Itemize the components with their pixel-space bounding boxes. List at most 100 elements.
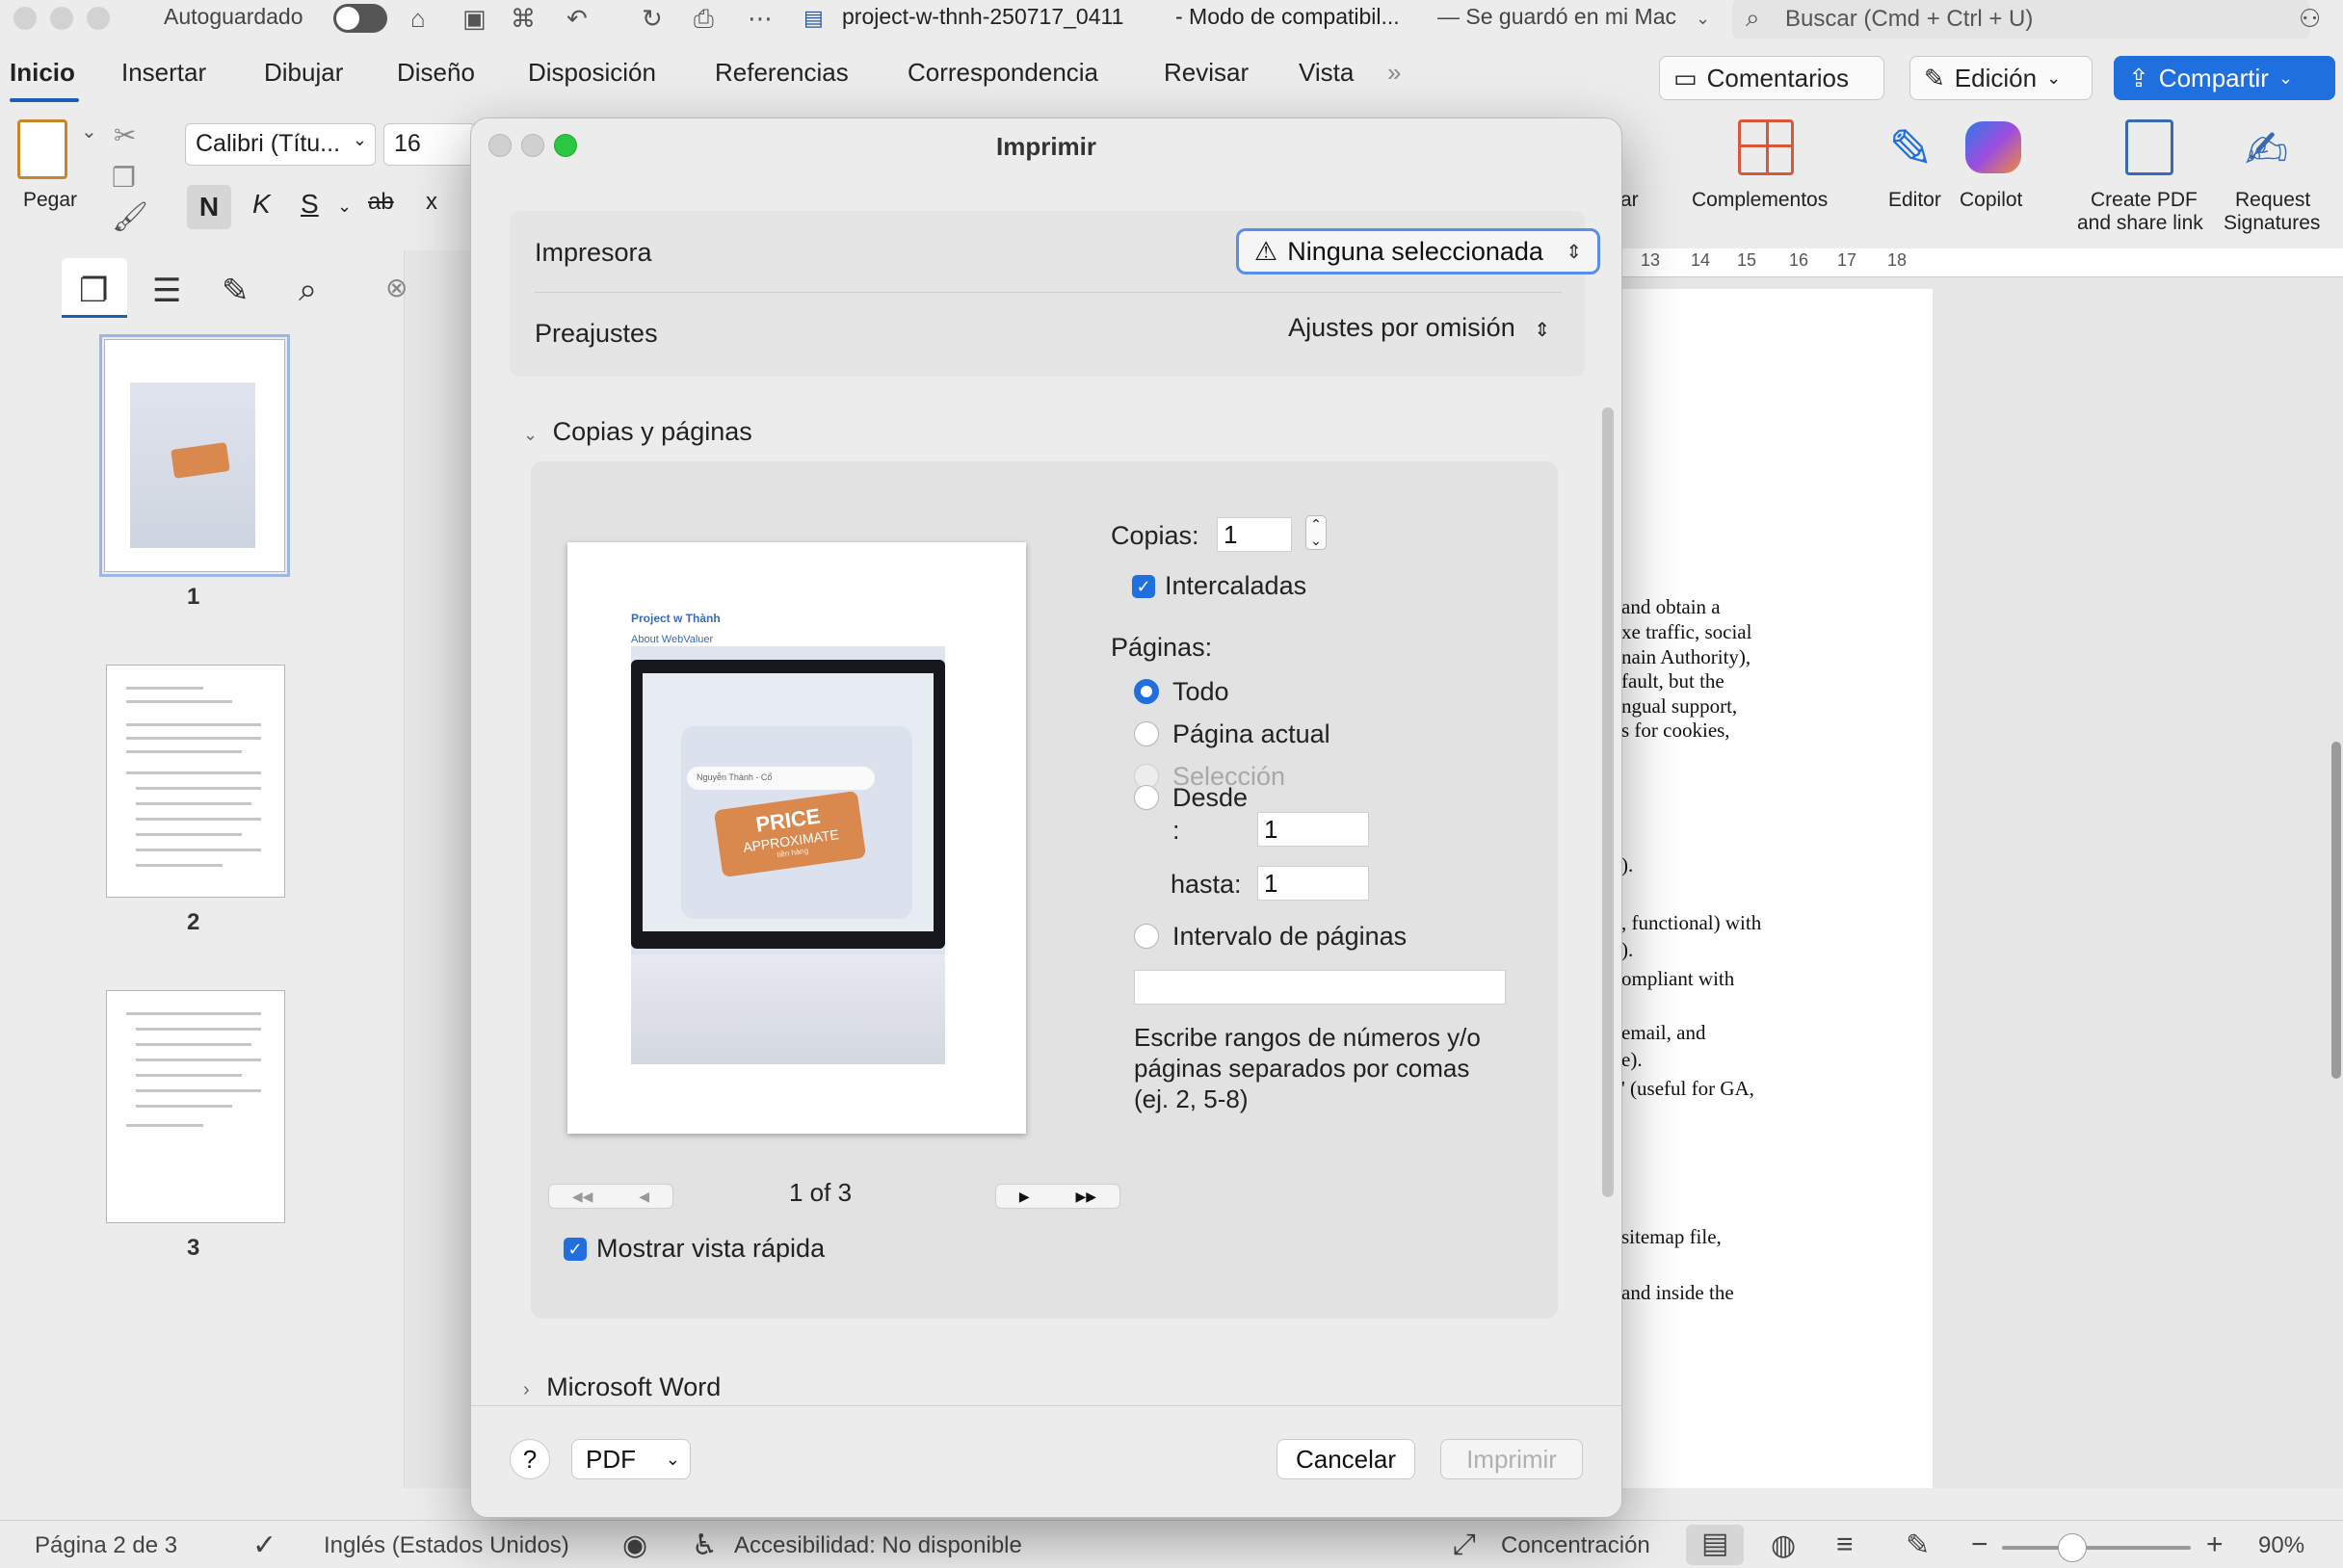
addins-label[interactable]: Complementos (1692, 189, 1828, 212)
focus-icon[interactable]: ⤢ (1453, 1529, 1476, 1561)
pdf-menu-button[interactable]: PDF ⌄ (571, 1439, 691, 1479)
close-icon[interactable]: ⊗ (385, 272, 408, 303)
chevron-down-icon[interactable]: ⌄ (337, 196, 352, 217)
tab-insertar[interactable]: Insertar (121, 58, 206, 88)
record-macro-icon[interactable]: ◉ (622, 1529, 647, 1562)
subscript-button[interactable]: x (426, 189, 437, 216)
web-layout-icon[interactable]: ◍ (1771, 1529, 1796, 1562)
outline-view-icon[interactable]: ≡ (1836, 1529, 1854, 1561)
pages-range-radio[interactable] (1134, 924, 1159, 949)
sitemap-icon[interactable]: ⌘ (511, 2, 536, 35)
ribbon-partial-label[interactable]: ar (1620, 189, 1639, 212)
pages-all-label[interactable]: Todo (1172, 677, 1229, 707)
autosave-toggle[interactable] (333, 4, 387, 33)
pages-from-label[interactable]: Desde (1172, 783, 1248, 813)
zoom-level[interactable]: 90% (2258, 1532, 2304, 1559)
pages-range-label[interactable]: Intervalo de páginas (1172, 922, 1407, 952)
preview-nav-back[interactable]: ◀◀ ◀ (548, 1184, 673, 1209)
outline-edit-icon[interactable]: ✎ (222, 272, 250, 310)
tab-diseno[interactable]: Diseño (397, 58, 475, 88)
tab-inicio[interactable]: Inicio (10, 58, 75, 88)
previous-page-icon[interactable]: ◀ (639, 1189, 649, 1205)
pages-from-radio[interactable] (1134, 785, 1159, 810)
zoom-in-icon[interactable]: + (2206, 1529, 2224, 1561)
zoom-out-icon[interactable]: − (1971, 1529, 1988, 1561)
create-pdf-label-1[interactable]: Create PDF (2091, 189, 2198, 212)
save-icon[interactable]: ▣ (462, 2, 487, 35)
pages-all-radio[interactable] (1134, 679, 1159, 704)
document-page[interactable] (1580, 289, 1933, 1488)
paste-label[interactable]: Pegar (23, 189, 77, 212)
page-indicator[interactable]: Página 2 de 3 (35, 1532, 177, 1559)
search-box[interactable]: ⌕ Buscar (Cmd + Ctrl + U) (1732, 0, 2310, 39)
collate-checkbox[interactable]: ✓ (1132, 575, 1155, 598)
language-indicator[interactable]: Inglés (Estados Unidos) (324, 1532, 569, 1559)
tab-revisar[interactable]: Revisar (1164, 58, 1249, 88)
paste-icon[interactable] (17, 119, 67, 179)
create-pdf-label-2[interactable]: and share link (2077, 212, 2203, 235)
tab-disposicion[interactable]: Disposición (528, 58, 656, 88)
from-page-input[interactable]: 1 (1257, 812, 1369, 847)
font-size-select[interactable]: 16 (383, 123, 476, 166)
focus-label[interactable]: Concentración (1501, 1532, 1650, 1559)
proofing-icon[interactable]: ✓ (252, 1529, 276, 1562)
search-input[interactable]: Buscar (Cmd + Ctrl + U) (1785, 6, 2033, 33)
editor-icon[interactable]: ✎ (1888, 118, 1934, 181)
tab-correspondencia[interactable]: Correspondencia (908, 58, 1098, 88)
printer-select[interactable]: ⚠ Ninguna seleccionada ⇕ (1236, 228, 1600, 274)
request-label-1[interactable]: Request (2235, 189, 2310, 212)
page-thumbnail-1[interactable] (99, 334, 290, 577)
pages-current-label[interactable]: Página actual (1172, 719, 1330, 749)
chevron-down-icon[interactable]: ⌄ (1696, 2, 1710, 35)
font-name-select[interactable]: Calibri (Títu... ⌄ (185, 123, 376, 166)
close-window-button[interactable] (13, 7, 37, 30)
italic-button[interactable]: K (252, 189, 271, 220)
document-scrollbar[interactable] (2331, 742, 2341, 1079)
redo-icon[interactable]: ↻ (642, 2, 663, 35)
comments-button[interactable]: ▭ Comentarios (1659, 56, 1884, 100)
undo-icon[interactable]: ↶ (566, 2, 588, 35)
underline-button[interactable]: S (301, 189, 319, 220)
editing-button[interactable]: ✎ Edición ⌄ (1909, 56, 2093, 100)
editor-label[interactable]: Editor (1888, 189, 1941, 212)
more-tabs-icon[interactable]: » (1387, 58, 1401, 88)
tab-vista[interactable]: Vista (1299, 58, 1354, 88)
saved-status[interactable]: — Se guardó en mi Mac (1437, 4, 1676, 30)
to-page-input[interactable]: 1 (1257, 866, 1369, 901)
quick-preview-label[interactable]: Mostrar vista rápida (596, 1234, 825, 1264)
next-page-icon[interactable]: ▶ (1019, 1189, 1030, 1205)
bold-button[interactable]: N (187, 185, 231, 229)
copies-stepper[interactable]: ⌃ ⌄ (1305, 515, 1327, 550)
accessibility-icon[interactable]: ♿ (692, 1529, 718, 1562)
first-page-icon[interactable]: ◀◀ (572, 1189, 593, 1205)
thumbnails-icon[interactable]: ❐ (79, 272, 108, 310)
pages-current-radio[interactable] (1134, 721, 1159, 746)
share-button[interactable]: ⇪ Compartir ⌄ (2114, 56, 2335, 100)
headings-icon[interactable]: ☰ (152, 272, 181, 310)
zoom-window-button[interactable] (87, 7, 110, 30)
cut-icon[interactable]: ✂ (114, 119, 136, 151)
preview-nav-forward[interactable]: ▶ ▶▶ (995, 1184, 1120, 1209)
tab-referencias[interactable]: Referencias (715, 58, 849, 88)
request-label-2[interactable]: Signatures (2224, 212, 2320, 235)
more-icon[interactable]: ⋯ (748, 2, 773, 35)
account-icon[interactable]: ⚇ (2299, 2, 2321, 35)
zoom-slider-handle[interactable] (2057, 1533, 2087, 1562)
collate-label[interactable]: Intercaladas (1165, 571, 1306, 601)
last-page-icon[interactable]: ▶▶ (1076, 1189, 1097, 1205)
create-pdf-icon[interactable] (2125, 119, 2173, 175)
page-thumbnail-3[interactable] (106, 990, 285, 1223)
copilot-icon[interactable] (1965, 121, 2021, 173)
chevron-down-icon[interactable]: ⌄ (81, 119, 97, 144)
draft-view-icon[interactable]: ✎ (1906, 1529, 1930, 1562)
page-range-input[interactable] (1134, 970, 1506, 1005)
accessibility-status[interactable]: Accesibilidad: No disponible (734, 1532, 1022, 1559)
page-thumbnail-2[interactable] (106, 665, 285, 898)
horizontal-ruler[interactable]: 13 14 15 16 17 18 (1621, 248, 2343, 277)
microsoft-word-disclosure[interactable]: › Microsoft Word (523, 1372, 721, 1402)
addins-icon[interactable] (1738, 119, 1794, 175)
presets-select[interactable]: Ajustes por omisión ⇕ (1288, 313, 1550, 343)
format-painter-icon[interactable]: 🖌 (112, 200, 148, 234)
help-button[interactable]: ? (510, 1439, 550, 1479)
document-title[interactable]: project-w-thnh-250717_0411 (842, 4, 1123, 30)
